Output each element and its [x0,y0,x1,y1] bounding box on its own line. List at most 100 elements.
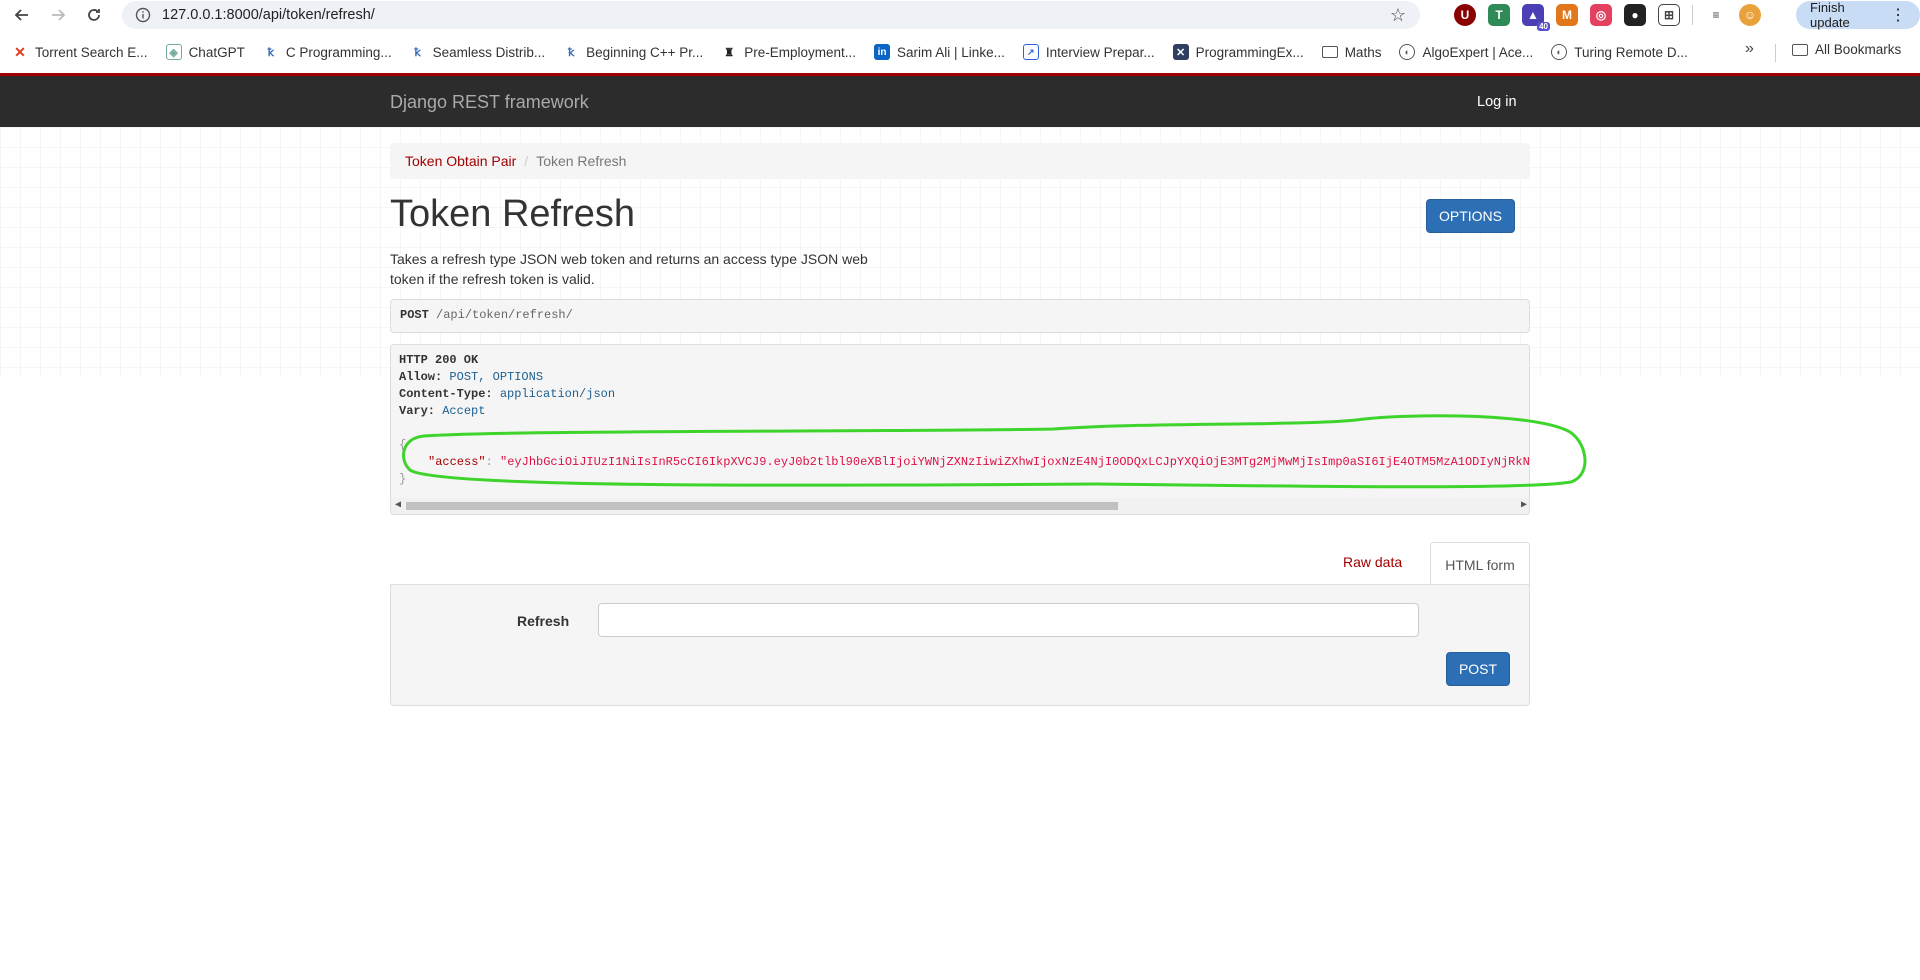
mask-extension-icon[interactable]: ● [1624,4,1646,26]
breadcrumb-current: Token Refresh [536,153,627,169]
ublock-extension-icon[interactable]: U [1454,4,1476,26]
reload-button[interactable] [76,0,112,30]
page-title: Token Refresh [390,193,636,235]
post-form: Refresh POST [390,584,1530,706]
book-icon: ꝁ [567,46,575,59]
bookmark-label: ProgrammingEx... [1195,44,1304,60]
response-status-text: HTTP 200 OK [399,353,479,367]
forward-button[interactable] [40,0,76,30]
tower-icon: ♜ [724,46,735,59]
bookmark-label: Interview Prepar... [1045,44,1155,60]
bookmark-label: Pre-Employment... [744,44,857,60]
url-text[interactable]: 127.0.0.1:8000/api/token/refresh/ [162,7,375,23]
scrollbar-thumb[interactable] [406,502,1118,510]
more-menu-icon: ⋮ [1890,7,1906,24]
t-extension-icon[interactable]: T [1488,4,1510,26]
bookmark-item[interactable]: ✕ ProgrammingEx... [1172,44,1304,60]
navbar-brand[interactable]: Django REST framework [390,92,589,113]
folder-icon [1321,46,1338,58]
bookmarks-divider [1775,44,1776,62]
folder-icon [1792,43,1808,56]
x-icon: ✕ [14,43,26,60]
breadcrumb-separator: / [524,153,529,169]
post-button[interactable]: POST [1446,652,1510,686]
breadcrumb-link-token-obtain-pair[interactable]: Token Obtain Pair [405,153,516,169]
address-bar[interactable]: 127.0.0.1:8000/api/token/refresh/ ☆ [122,1,1420,29]
bookmark-item[interactable]: ◈ ChatGPT [165,44,245,60]
bookmark-label: Maths [1344,44,1382,60]
bookmark-item[interactable]: ♜ Pre-Employment... [721,44,856,60]
back-button[interactable] [4,0,40,30]
options-button[interactable]: OPTIONS [1426,199,1515,233]
request-info: POST /api/token/refresh/ [390,299,1530,333]
back-arrow-icon [14,9,28,21]
book-icon: ꝁ [414,46,421,59]
bookmark-label: ChatGPT [188,44,245,60]
drf-navbar: Django REST framework Log in [0,73,1920,127]
bookmark-item[interactable]: ꝁ C Programming... [263,44,392,60]
bookmark-item[interactable]: ↗ Interview Prepar... [1022,44,1155,60]
extensions-row: U T ▲ 40 M ◎ ● ⊞ ≡ ☺ [1454,3,1761,31]
book-icon: ꝁ [267,46,275,59]
request-path: /api/token/refresh/ [436,308,573,322]
endpoint-description: Takes a refresh type JSON web token and … [390,251,868,287]
bookmark-item[interactable]: ꝁ Beginning C++ Pr... [563,44,703,60]
chart-icon: ↗ [1022,44,1039,60]
grad-cap-extension-icon[interactable]: ▲ 40 [1522,4,1550,31]
globe-icon: ◐ [1551,44,1568,60]
header-name: Allow: [399,370,443,384]
all-bookmarks-label: All Bookmarks [1815,42,1902,57]
camera-extension-icon[interactable]: ◎ [1590,4,1612,26]
puzzle-extensions-icon[interactable]: ⊞ [1658,4,1680,26]
green-annotation-outline [402,414,1587,489]
bookmark-label: Turing Remote D... [1574,44,1688,60]
response-header: Content-Type: application/json [399,387,615,401]
chatgpt-icon: ◈ [165,44,182,60]
request-method: POST [400,308,429,322]
browser-toolbar: 127.0.0.1:8000/api/token/refresh/ ☆ U T … [0,0,1920,31]
login-link[interactable]: Log in [1477,94,1517,110]
header-value: application/json [499,387,616,401]
globe-icon: ◐ [1399,44,1416,60]
media-queue-icon[interactable]: ≡ [1705,4,1727,26]
bookmark-item[interactable]: ◐ Turing Remote D... [1551,44,1688,60]
header-value: POST, OPTIONS [449,370,544,384]
metamask-extension-icon[interactable]: M [1556,4,1578,26]
site-info-icon[interactable] [132,4,154,26]
scroll-left-arrow-icon[interactable]: ◀ [395,499,401,511]
finish-update-button[interactable]: Finish update ⋮ [1796,0,1920,30]
bookmarks-overflow-icon[interactable]: » [1745,40,1754,58]
bookmark-folder[interactable]: Maths [1321,44,1382,60]
all-bookmarks-button[interactable]: All Bookmarks [1792,42,1901,57]
bookmark-star-icon[interactable]: ☆ [1390,5,1406,26]
refresh-input[interactable] [598,603,1419,637]
toolbar-divider [1692,5,1693,25]
bookmark-label: Seamless Distrib... [432,44,546,60]
bookmark-label: Beginning C++ Pr... [586,44,704,60]
response-horizontal-scrollbar[interactable]: ◀ ▶ [391,498,1529,514]
extension-badge: 40 [1537,22,1550,31]
finish-update-label: Finish update [1810,0,1850,30]
bookmark-item[interactable]: ◐ AlgoExpert | Ace... [1399,44,1533,60]
breadcrumb: Token Obtain Pair / Token Refresh [390,143,1530,179]
reload-icon [88,9,100,21]
content-tabs: Raw data HTML form [390,542,1530,586]
scroll-right-arrow-icon[interactable]: ▶ [1521,499,1527,511]
linkedin-icon: in [874,44,891,60]
bookmark-label: Torrent Search E... [35,44,148,60]
profile-avatar-icon[interactable]: ☺ [1739,4,1761,26]
bookmark-item[interactable]: ꝁ Seamless Distrib... [410,44,546,60]
response-status: HTTP 200 OK [399,353,478,367]
tab-raw-data[interactable]: Raw data [1343,554,1402,570]
bookmark-item[interactable]: ✕ Torrent Search E... [12,43,148,60]
bookmarks-bar: ✕ Torrent Search E... ◈ ChatGPT ꝁ C Prog… [0,38,1920,66]
bookmark-item[interactable]: in Sarim Ali | Linke... [874,44,1005,60]
bookmark-label: Sarim Ali | Linke... [897,44,1005,60]
response-header: Allow: POST, OPTIONS [399,370,543,384]
header-name: Content-Type: [399,387,493,401]
bookmark-label: C Programming... [285,44,392,60]
tab-html-form[interactable]: HTML form [1430,542,1530,586]
refresh-field-label: Refresh [517,613,570,629]
bookmark-label: AlgoExpert | Ace... [1422,44,1534,60]
forward-arrow-icon [52,9,66,21]
